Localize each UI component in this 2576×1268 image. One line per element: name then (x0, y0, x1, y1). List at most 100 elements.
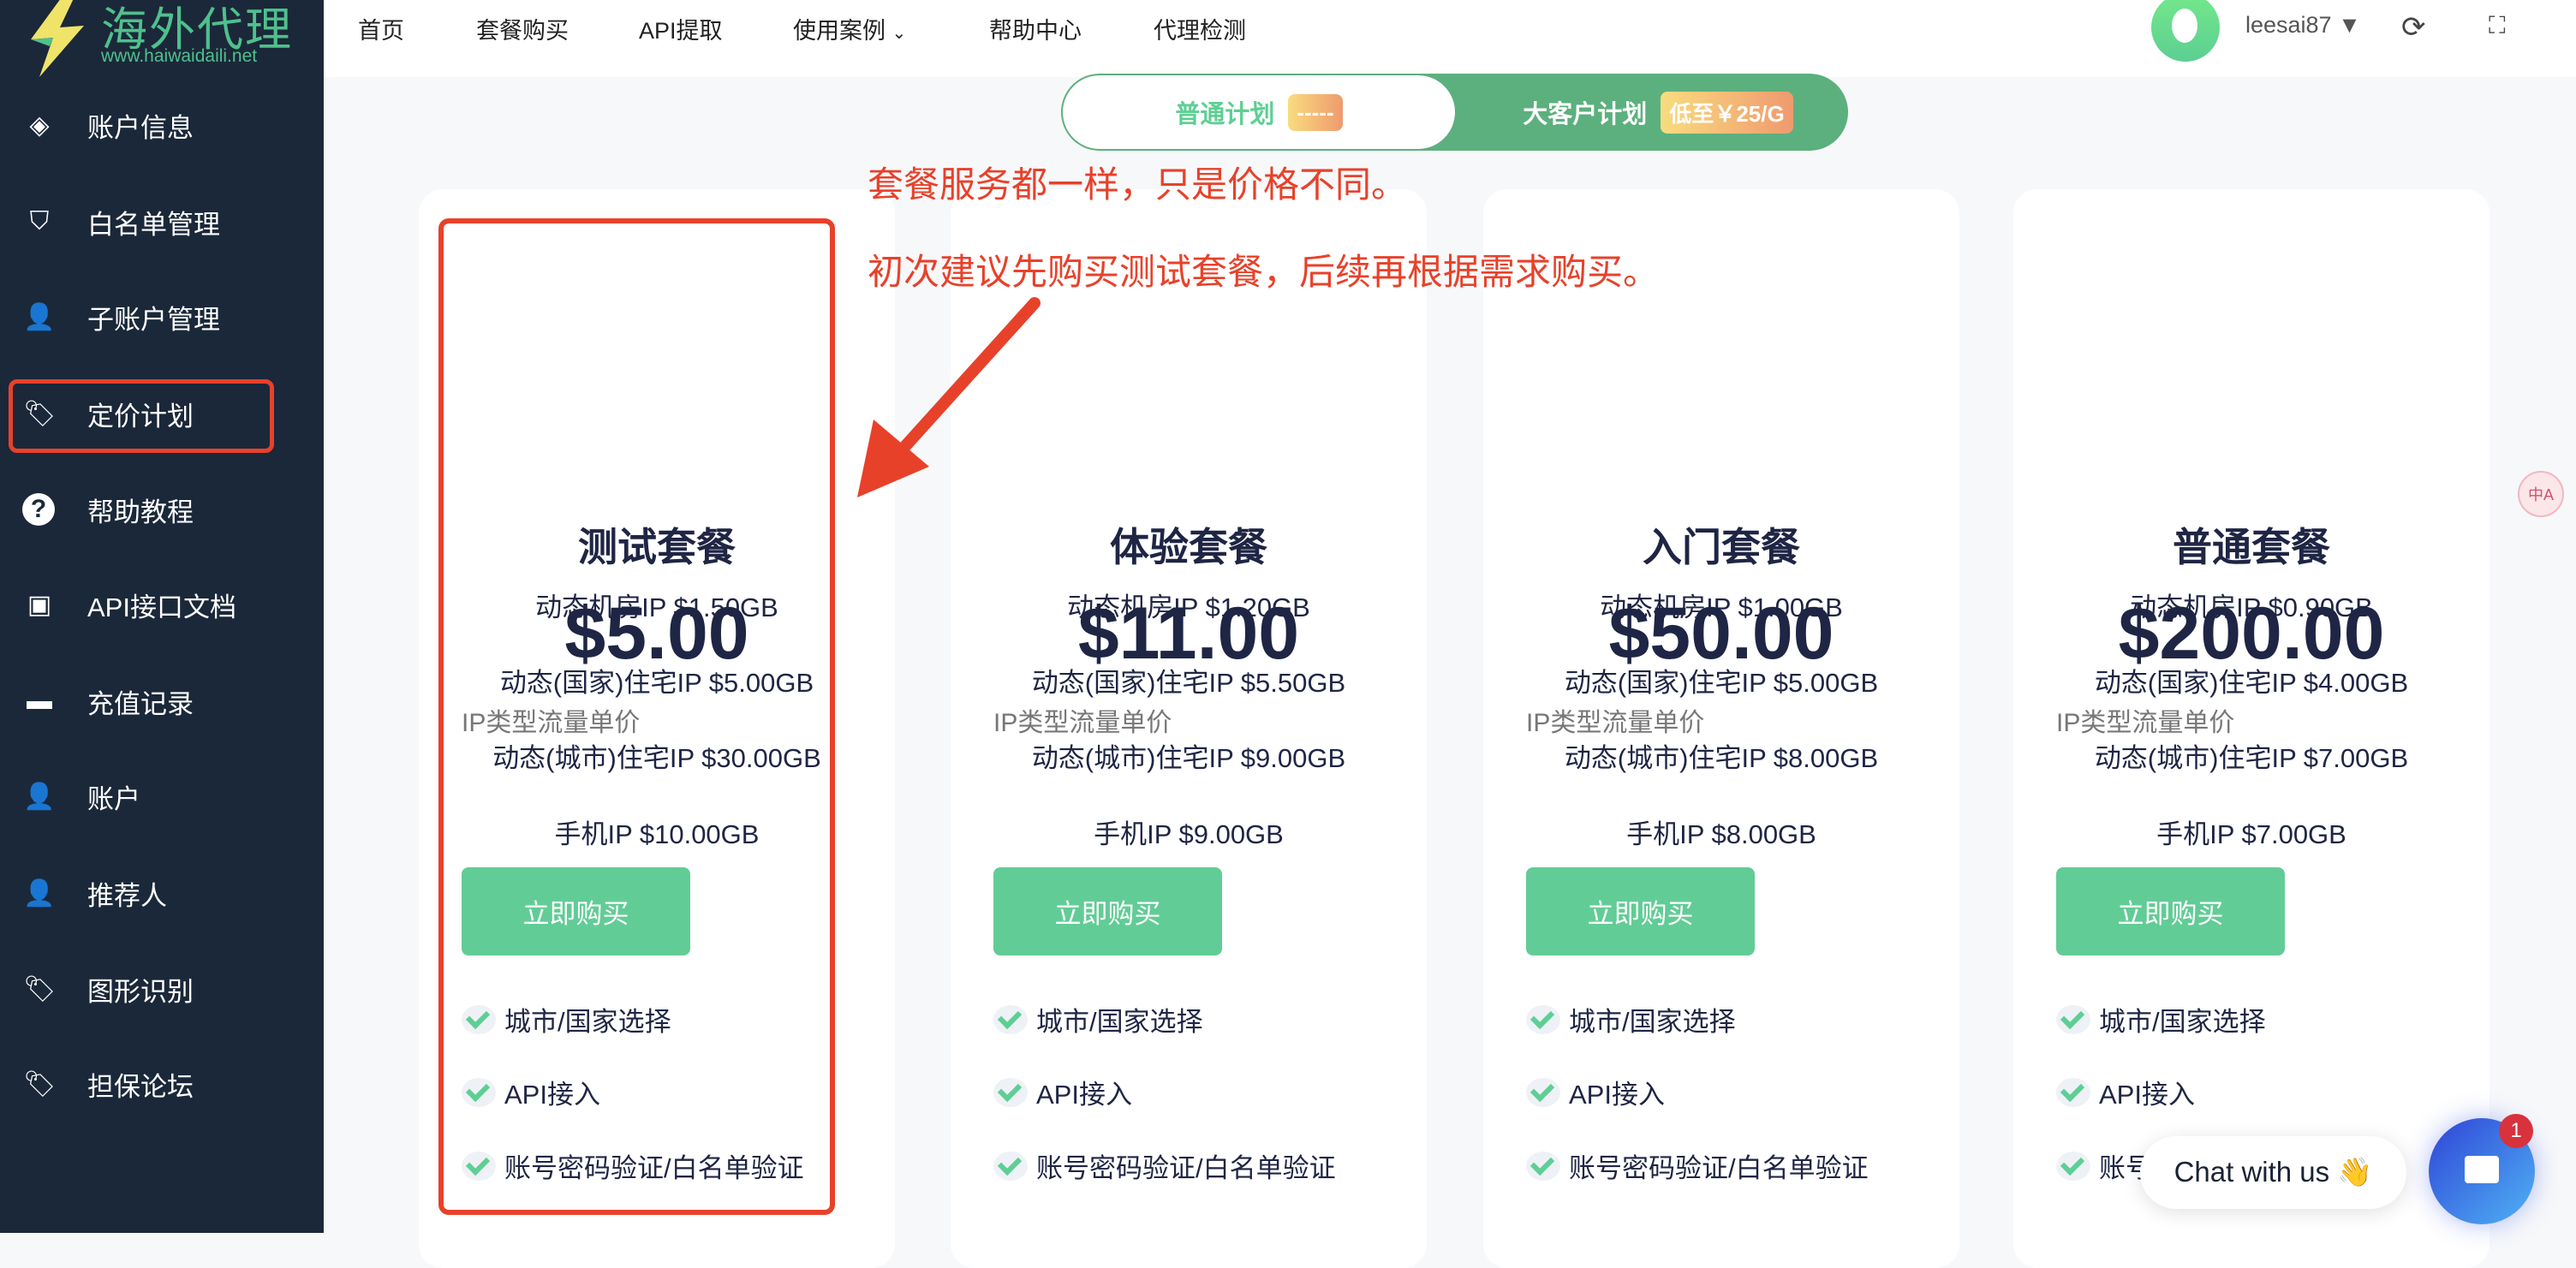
sidebar-item[interactable]: 👤 账户 (0, 762, 324, 830)
check-icon (2056, 1151, 2090, 1181)
feature-item: 账号密码验证/白名单验证 (993, 1146, 1336, 1185)
nav-item[interactable]: 首页 (358, 12, 404, 45)
nav-item[interactable]: API提取 (639, 12, 723, 45)
price-line: 动态机房IP $1.20GB (1067, 592, 1310, 622)
check-icon (2056, 1004, 2090, 1034)
question-icon: ? (22, 493, 55, 526)
chat-bubble-icon (2465, 1156, 2499, 1183)
fullscreen-icon[interactable]: ⛶ (2489, 12, 2506, 40)
layers-icon: ◈ (29, 110, 50, 140)
sidebar-item[interactable]: 👤 推荐人 (0, 859, 324, 927)
pricing-card: 入门套餐 $50.00 IP类型流量单价 动态机房IP $1.00GB 动态(国家)… (1483, 189, 1959, 1268)
sidebar-item-label: 充值记录 (87, 688, 194, 719)
feature-item: 账号密码验证/白名单验证 (1526, 1146, 1869, 1185)
sidebar-item[interactable]: 🏷 担保论坛 (0, 1050, 324, 1118)
feature-item: API接入 (1526, 1073, 1665, 1111)
tab-normal-plan[interactable]: 普通计划 ----- (1063, 75, 1455, 149)
shield-icon: ⛉ (29, 207, 50, 235)
price-line: 手机IP $7.00GB (2156, 819, 2346, 849)
tag-icon: 🏷 (22, 1069, 57, 1098)
sidebar-item[interactable]: ▬ 充值记录 (0, 667, 324, 735)
feature-label: 账号密码验证/白名单验证 (1569, 1153, 1869, 1183)
sidebar: 海外代理 www.haiwaidaili.net ◈ 账户信息 ⛉ 白名单管理 … (0, 0, 324, 1233)
price-line: 动态(国家)住宅IP $5.50GB (1031, 668, 1346, 698)
user-menu[interactable]: leesai87 ▼ (2245, 12, 2361, 39)
plan-title: 入门套餐 (1643, 525, 1800, 569)
sidebar-item-label: API接口文档 (87, 592, 236, 622)
user-share-icon: 👤 (23, 878, 56, 908)
sidebar-item-label: 账户信息 (87, 112, 194, 143)
plan-title: 体验套餐 (1110, 525, 1267, 569)
tab-label: 普通计划 (1175, 101, 1275, 128)
price-line: 动态(城市)住宅IP $9.00GB (1031, 743, 1346, 773)
pricing-card: 普通套餐 $200.00 IP类型流量单价 动态机房IP $0.90GB 动态(国家… (2013, 189, 2490, 1268)
sidebar-item-label: 图形识别 (87, 976, 194, 1007)
feature-item: 城市/国家选择 (2056, 1000, 2266, 1039)
lightning-logo-icon (31, 0, 84, 77)
nav-label: 首页 (358, 18, 404, 44)
check-icon (993, 1151, 1028, 1181)
price-line: 动态(城市)住宅IP $7.00GB (2094, 743, 2409, 773)
nav-item[interactable]: 代理检测 (1154, 12, 1246, 45)
price-line: 动态机房IP $1.00GB (1600, 592, 1843, 622)
sidebar-item[interactable]: ▣ API接口文档 (0, 570, 324, 639)
feature-label: API接入 (1036, 1080, 1132, 1110)
price-line: 手机IP $8.00GB (1626, 819, 1816, 849)
cube-icon: ▣ (27, 590, 52, 619)
tab-tag: 低至￥25/G (1661, 91, 1793, 134)
sidebar-item[interactable]: ◈ 账户信息 (0, 91, 324, 159)
user-card-icon: 👤 (23, 782, 56, 811)
price-line: 动态(国家)住宅IP $4.00GB (2094, 668, 2409, 698)
sidebar-item[interactable]: 👤 子账户管理 (0, 283, 324, 351)
feature-item: API接入 (2056, 1073, 2195, 1111)
check-icon (993, 1077, 1028, 1107)
nav-label: 套餐购买 (476, 18, 569, 44)
arrow-annotation-icon (857, 297, 1041, 497)
refresh-icon[interactable]: ⟳ (2401, 10, 2426, 45)
annotation-text: 初次建议先购买测试套餐，后续再根据需求购买。 (868, 252, 1660, 292)
nav-item[interactable]: 使用案例 ⌄ (793, 12, 906, 45)
check-icon (1526, 1077, 1560, 1107)
feature-item: API接入 (993, 1073, 1132, 1111)
plan-subtitle: IP类型流量单价 (993, 709, 1172, 737)
sidebar-item-label: 担保论坛 (87, 1071, 194, 1102)
buy-now-button[interactable]: 立即购买 (1526, 867, 1755, 955)
sidebar-item[interactable]: ⛉ 白名单管理 (0, 188, 324, 256)
price-line: 手机IP $9.00GB (1094, 819, 1284, 849)
plan-title: 普通套餐 (2173, 525, 2330, 569)
sidebar-item-label: 白名单管理 (87, 209, 220, 240)
check-icon (993, 1004, 1028, 1034)
feature-label: 账号密码验证/白名单验证 (1036, 1153, 1336, 1183)
nav-label: 帮助中心 (989, 18, 1082, 44)
buy-now-button[interactable]: 立即购买 (993, 867, 1222, 955)
check-icon (1526, 1151, 1560, 1181)
check-icon (1526, 1004, 1560, 1034)
price-line: 动态(国家)住宅IP $5.00GB (1564, 668, 1879, 698)
sidebar-item-label: 帮助教程 (87, 497, 194, 527)
translate-icon[interactable]: 中A (2518, 471, 2564, 517)
logo[interactable]: 海外代理 www.haiwaidaili.net (17, 0, 308, 77)
sidebar-item[interactable]: ? 帮助教程 (0, 475, 324, 544)
wallet-icon: ▬ (27, 687, 52, 715)
caret-down-icon: ▼ (2338, 12, 2361, 38)
highlight-box (438, 218, 835, 1215)
plan-subtitle: IP类型流量单价 (1526, 709, 1705, 737)
feature-label: 城市/国家选择 (1036, 1007, 1203, 1037)
nav-item[interactable]: 帮助中心 (989, 12, 1082, 45)
tab-enterprise-plan[interactable]: 大客户计划 低至￥25/G (1468, 74, 1848, 151)
active-item-highlight (9, 379, 274, 453)
annotation-text: 套餐服务都一样，只是价格不同。 (868, 164, 1408, 205)
price-line: 动态(城市)住宅IP $8.00GB (1564, 743, 1879, 773)
feature-label: API接入 (2099, 1080, 2195, 1110)
sidebar-item[interactable]: 🏷 图形识别 (0, 955, 324, 1023)
sidebar-item-label: 推荐人 (87, 880, 167, 911)
buy-now-button[interactable]: 立即购买 (2056, 867, 2285, 955)
feature-label: 城市/国家选择 (2099, 1007, 2266, 1037)
user-gear-icon: 👤 (23, 302, 56, 331)
nav-label: 使用案例 (793, 18, 886, 44)
nav-item[interactable]: 套餐购买 (476, 12, 569, 45)
chevron-down-icon: ⌄ (891, 24, 907, 43)
chat-prompt[interactable]: Chat with us 👋 (2140, 1136, 2406, 1209)
tab-label: 大客户计划 (1523, 101, 1648, 128)
plan-subtitle: IP类型流量单价 (2056, 709, 2235, 737)
